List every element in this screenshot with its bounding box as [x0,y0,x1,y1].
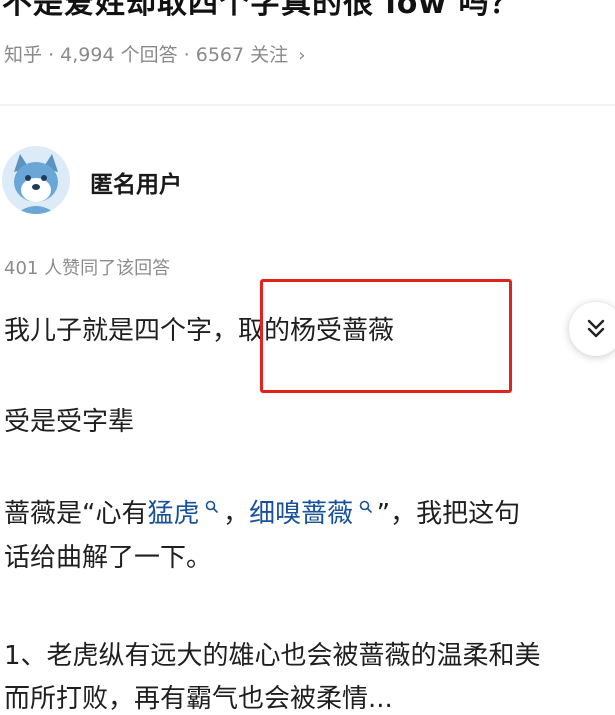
search-icon[interactable] [201,499,224,517]
collapse-button[interactable] [569,302,615,356]
answer-paragraph: 1、老虎纵有远大的雄心也会被蔷薇的温柔和美 [4,641,541,671]
keyword-link[interactable]: 猛虎 [147,499,199,529]
answer-text: ”，我把这句 [376,499,521,529]
answer-paragraph: 而所打败，再有霸气也会被柔情... [4,684,393,714]
search-icon[interactable] [354,499,377,517]
vote-count: 401 人赞同了该回答 [4,258,171,279]
keyword-link[interactable]: 细嗅蔷薇 [249,499,353,529]
red-highlight-box [260,279,512,393]
separator: · [183,44,190,66]
answer-text: ， [223,499,250,529]
answer-paragraph: 受是受字辈 [4,407,135,437]
source-label: 知乎 [4,44,43,66]
double-chevron-down-icon [587,319,605,338]
author-name[interactable]: 匿名用户 [90,165,182,199]
avatar[interactable] [2,146,70,214]
separator: · [48,44,55,66]
answer-paragraph: 话给曲解了一下。 [4,543,213,573]
anonymous-avatar-icon [2,146,70,214]
search-icon [205,500,219,513]
search-icon [359,500,372,513]
divider [0,104,615,106]
follower-count: 6567 关注 [195,44,289,66]
answer-count: 4,994 个回答 [60,44,178,66]
answer-paragraph: 蔷薇是“心有猛虎 ，细嗅蔷薇 ”，我把这句 [4,493,520,530]
question-title[interactable]: 不是爱姓却取四个字真的很 low 吗？ [2,0,521,22]
answer-text: 蔷薇是“心有 [4,499,148,529]
answer-text: 我儿子就是四个字， [4,316,239,346]
chevron-right-icon: › [298,45,306,66]
question-meta[interactable]: 知乎 · 4,994 个回答 · 6567 关注 › [4,40,305,67]
